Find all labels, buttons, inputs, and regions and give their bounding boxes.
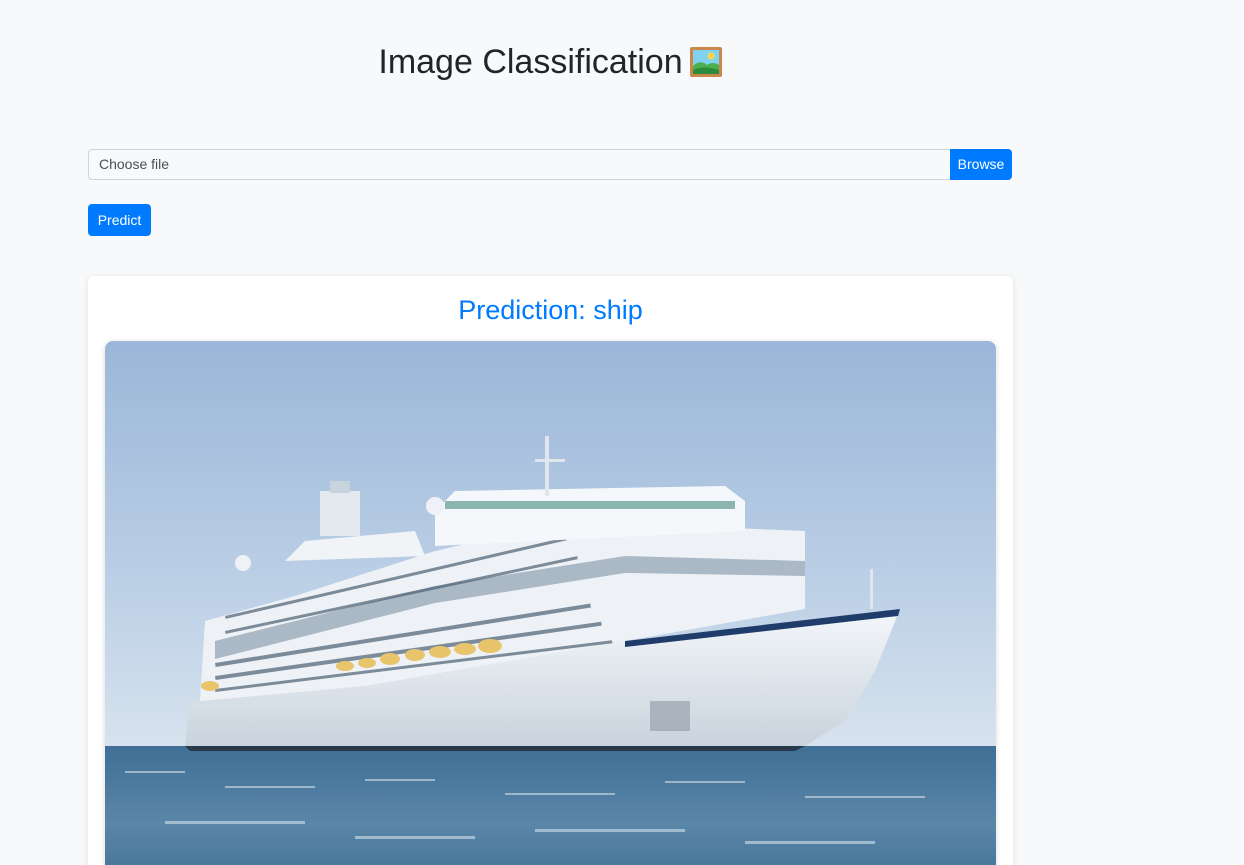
prediction-heading: Prediction: ship — [88, 293, 1013, 327]
result-card: Prediction: ship — [88, 276, 1013, 865]
file-input[interactable]: Choose file — [88, 149, 950, 180]
file-input-group: Choose file Browse — [88, 149, 1012, 180]
title-row: Image Classification — [88, 38, 1013, 86]
page-title: Image Classification — [378, 43, 683, 81]
prediction-label: Prediction: — [458, 295, 594, 325]
prediction-value: ship — [593, 295, 643, 325]
framed-picture-icon — [689, 45, 723, 79]
page: Image Classification Choose file Browse … — [0, 0, 1244, 865]
uploaded-image — [105, 341, 996, 865]
predict-button[interactable]: Predict — [88, 204, 151, 236]
browse-button[interactable]: Browse — [950, 149, 1012, 180]
